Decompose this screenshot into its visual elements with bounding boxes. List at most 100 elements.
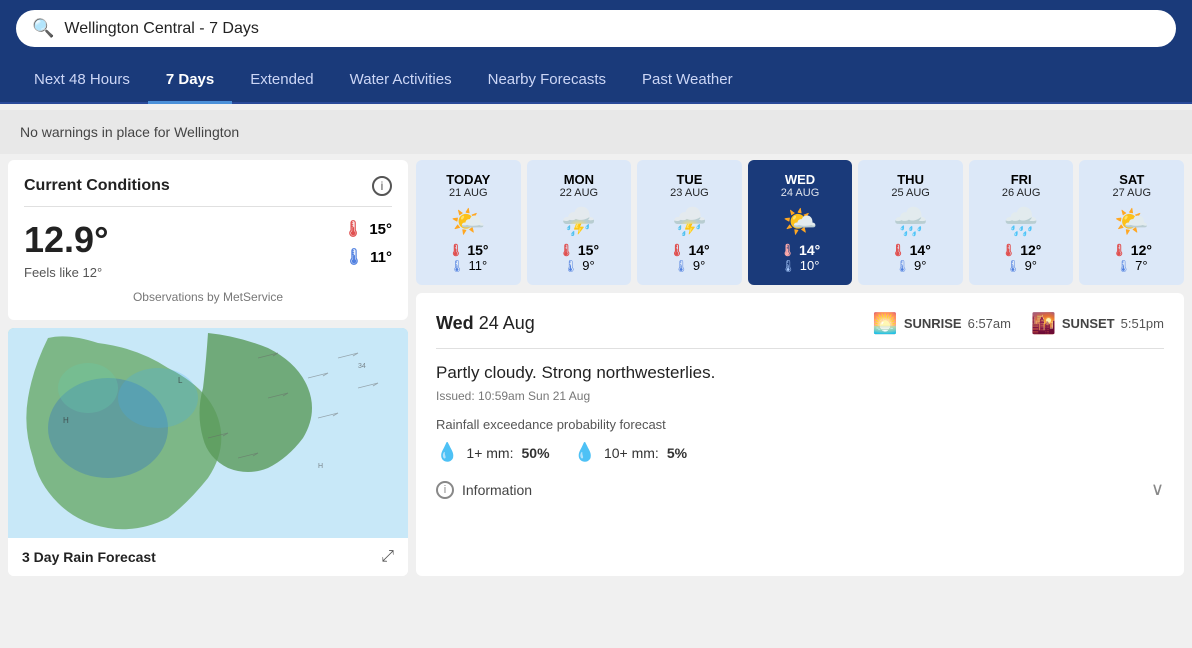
- rainfall-10mm-value: 5%: [667, 445, 687, 461]
- day-date-wed: 24 AUG: [756, 187, 845, 199]
- day-max-val-mon: 15°: [578, 242, 599, 258]
- cc-temp-section: 12.9° Feels like 12°: [24, 219, 108, 280]
- day-date-sat: 27 AUG: [1087, 187, 1176, 199]
- chevron-down-icon[interactable]: ∨: [1151, 479, 1164, 500]
- cc-info-icon[interactable]: i: [372, 176, 392, 196]
- expand-icon[interactable]: ⤢: [381, 548, 394, 566]
- sunrise-item: 🌅 SUNRISE 6:57am: [873, 311, 1011, 336]
- day-min-val-tue: 9°: [693, 258, 705, 273]
- detail-header: Wed 24 Aug 🌅 SUNRISE 6:57am 🌇 SUNSET 5:5…: [436, 311, 1164, 349]
- rain-forecast-map: H L 34 H: [8, 328, 408, 538]
- thermo-red-tue: 🌡: [669, 243, 684, 257]
- info-row[interactable]: i Information ∨: [436, 479, 1164, 500]
- detail-issued: Issued: 10:59am Sun 21 Aug: [436, 389, 1164, 403]
- cc-source: Observations by MetService: [24, 290, 392, 304]
- day-max-thu: 🌡 14°: [866, 242, 955, 258]
- day-min-sat: 🌡 7°: [1087, 258, 1176, 273]
- day-min-val-fri: 9°: [1025, 258, 1037, 273]
- thermo-red-today: 🌡: [448, 243, 463, 257]
- cc-title: Current Conditions: [24, 177, 170, 195]
- detail-description: Partly cloudy. Strong northwesterlies.: [436, 363, 1164, 383]
- day-card-mon[interactable]: MON 22 AUG ⛈️ 🌡 15° 🌡 9°: [527, 160, 632, 285]
- day-max-val-sat: 12°: [1131, 242, 1152, 258]
- day-name-today: TODAY: [424, 172, 513, 187]
- cc-max-value: 15°: [369, 221, 392, 238]
- tab-past[interactable]: Past Weather: [624, 57, 751, 102]
- day-date-mon: 22 AUG: [535, 187, 624, 199]
- day-min-thu: 🌡 9°: [866, 258, 955, 273]
- day-min-val-thu: 9°: [914, 258, 926, 273]
- thermometer-blue-icon: 🌡: [344, 247, 364, 267]
- cc-min-value: 11°: [370, 249, 392, 266]
- day-max-tue: 🌡 14°: [645, 242, 734, 258]
- rainfall-section: Rainfall exceedance probability forecast…: [436, 417, 1164, 463]
- rainfall-10mm: 💧 10+ mm: 5%: [574, 442, 688, 463]
- day-date-tue: 23 AUG: [645, 187, 734, 199]
- tab-48hours[interactable]: Next 48 Hours: [16, 57, 148, 102]
- svg-text:34: 34: [358, 363, 366, 370]
- svg-text:H: H: [63, 416, 69, 425]
- day-name-thu: THU: [866, 172, 955, 187]
- day-card-wed[interactable]: WED 24 AUG 🌤️ 🌡 14° 🌡 10°: [748, 160, 853, 285]
- day-icon-tue: ⛈️: [645, 205, 734, 238]
- rainfall-1mm-label: 1+ mm:: [466, 445, 513, 461]
- day-max-today: 🌡 15°: [424, 242, 513, 258]
- thermo-blue-tue: 🌡: [674, 259, 689, 273]
- rainfall-label: Rainfall exceedance probability forecast: [436, 417, 1164, 432]
- day-min-today: 🌡 11°: [424, 258, 513, 273]
- day-min-val-mon: 9°: [582, 258, 594, 273]
- tab-extended[interactable]: Extended: [232, 57, 331, 102]
- header: 🔍: [0, 0, 1192, 57]
- detail-panel: Wed 24 Aug 🌅 SUNRISE 6:57am 🌇 SUNSET 5:5…: [416, 293, 1184, 576]
- rain-card-footer: 3 Day Rain Forecast ⤢: [8, 538, 408, 576]
- day-max-sat: 🌡 12°: [1087, 242, 1176, 258]
- cc-temperature: 12.9°: [24, 219, 108, 261]
- day-card-today[interactable]: TODAY 21 AUG 🌤️ 🌡 15° 🌡 11°: [416, 160, 521, 285]
- thermo-red-mon: 🌡: [559, 243, 574, 257]
- sunset-icon: 🌇: [1031, 311, 1056, 336]
- warning-bar: No warnings in place for Wellington: [0, 110, 1192, 154]
- day-name-wed: WED: [756, 172, 845, 187]
- search-input[interactable]: [64, 20, 1160, 38]
- sunset-item: 🌇 SUNSET 5:51pm: [1031, 311, 1164, 336]
- day-cards: TODAY 21 AUG 🌤️ 🌡 15° 🌡 11° MON 22 AUG ⛈…: [416, 160, 1184, 285]
- current-conditions-card: Current Conditions i 12.9° Feels like 12…: [8, 160, 408, 320]
- rain-map-svg: H L 34 H: [8, 328, 408, 538]
- svg-text:H: H: [318, 463, 323, 470]
- thermo-red-wed: 🌡: [780, 243, 795, 257]
- day-card-sat[interactable]: SAT 27 AUG 🌤️ 🌡 12° 🌡 7°: [1079, 160, 1184, 285]
- day-card-thu[interactable]: THU 25 AUG 🌧️ 🌡 14° 🌡 9°: [858, 160, 963, 285]
- day-icon-wed: 🌤️: [756, 205, 845, 238]
- day-card-fri[interactable]: FRI 26 AUG 🌧️ 🌡 12° 🌡 9°: [969, 160, 1074, 285]
- day-name-mon: MON: [535, 172, 624, 187]
- day-max-val-tue: 14°: [688, 242, 709, 258]
- day-card-tue[interactable]: TUE 23 AUG ⛈️ 🌡 14° 🌡 9°: [637, 160, 742, 285]
- day-icon-mon: ⛈️: [535, 205, 624, 238]
- day-min-wed: 🌡 10°: [756, 258, 845, 273]
- cc-body: 12.9° Feels like 12° 🌡 15° 🌡 11°: [24, 219, 392, 280]
- tab-water[interactable]: Water Activities: [332, 57, 470, 102]
- rainfall-10mm-label: 10+ mm:: [604, 445, 659, 461]
- search-icon: 🔍: [32, 18, 54, 39]
- day-max-val-thu: 14°: [910, 242, 931, 258]
- right-panel: TODAY 21 AUG 🌤️ 🌡 15° 🌡 11° MON 22 AUG ⛈…: [416, 160, 1184, 576]
- cc-header: Current Conditions i: [24, 176, 392, 207]
- sunrise-label: SUNRISE: [904, 316, 962, 331]
- day-min-val-wed: 10°: [800, 258, 820, 273]
- rainfall-1mm: 💧 1+ mm: 50%: [436, 442, 550, 463]
- day-name-sat: SAT: [1087, 172, 1176, 187]
- tab-7days[interactable]: 7 Days: [148, 57, 232, 102]
- main-content: Current Conditions i 12.9° Feels like 12…: [0, 160, 1192, 584]
- detail-date: Wed 24 Aug: [436, 313, 535, 334]
- day-min-val-sat: 7°: [1135, 258, 1147, 273]
- day-min-tue: 🌡 9°: [645, 258, 734, 273]
- thermo-blue-sat: 🌡: [1116, 259, 1131, 273]
- tab-nearby[interactable]: Nearby Forecasts: [470, 57, 624, 102]
- thermo-blue-thu: 🌡: [895, 259, 910, 273]
- day-name-fri: FRI: [977, 172, 1066, 187]
- thermo-red-sat: 🌡: [1112, 243, 1127, 257]
- thermo-blue-today: 🌡: [449, 259, 464, 273]
- cc-minmax: 🌡 15° 🌡 11°: [343, 219, 392, 267]
- day-max-val-today: 15°: [467, 242, 488, 258]
- thermo-blue-fri: 🌡: [1005, 259, 1020, 273]
